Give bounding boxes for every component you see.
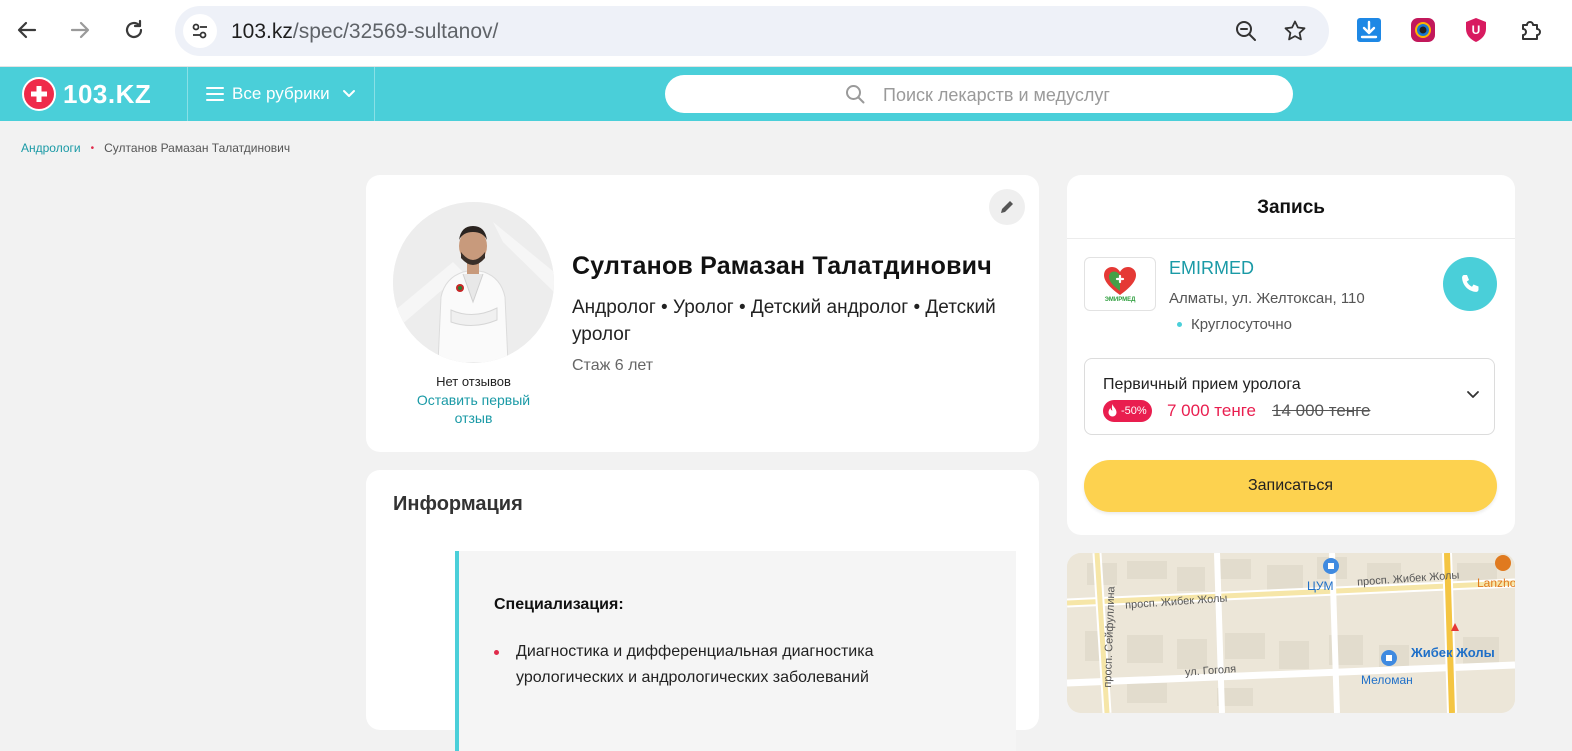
extensions-button[interactable]	[1518, 17, 1544, 43]
map-metro-label: Жибек Жолы	[1411, 645, 1495, 660]
discount-badge: -50%	[1103, 400, 1152, 422]
tune-icon	[192, 23, 207, 39]
doctor-specialties: Андролог • Уролог • Детский андролог • Д…	[572, 297, 996, 345]
price-old: 14 000 тенге	[1272, 401, 1371, 420]
rubrics-menu-button[interactable]: Все рубрики	[206, 67, 356, 121]
call-button[interactable]	[1443, 257, 1497, 311]
doctor-avatar	[393, 202, 554, 363]
clinic-logo-caption: ЭМИРМЕД	[1104, 296, 1136, 303]
svg-text:U: U	[1472, 23, 1481, 37]
forward-button[interactable]	[63, 13, 97, 47]
book-appointment-button[interactable]: Записаться	[1084, 460, 1497, 512]
rubrics-label: Все рубрики	[232, 84, 330, 103]
download-icon	[1357, 18, 1381, 42]
header-divider	[187, 67, 188, 121]
site-logo[interactable]: 103.KZ	[22, 76, 151, 112]
clinic-hours: Круглосуточно	[1177, 316, 1292, 333]
booking-card: Запись ЭМИРМЕД EMIRMED Алматы, ул. Желто…	[1067, 175, 1515, 535]
reload-button[interactable]	[117, 13, 151, 47]
search-box	[665, 75, 1293, 113]
camera-extension[interactable]	[1410, 17, 1436, 43]
discount-value: -50%	[1121, 405, 1147, 417]
pencil-icon	[1001, 201, 1013, 213]
price-new: 7 000 тенге	[1167, 401, 1256, 420]
logo-text: 103.KZ	[63, 78, 152, 109]
booking-title: Запись	[1257, 197, 1325, 218]
info-card: Информация Специализация: Диагностика и …	[366, 470, 1039, 751]
arrow-left-icon	[17, 21, 37, 39]
status-dot	[1177, 322, 1182, 327]
bookmark-button[interactable]	[1282, 18, 1308, 44]
download-extension[interactable]	[1356, 17, 1382, 43]
specialization-heading: Специализация:	[494, 596, 624, 613]
header-divider	[374, 67, 375, 121]
clinic-address: Алматы, ул. Желтоксан, 110	[1169, 290, 1365, 307]
leave-review-link[interactable]: Оставить первый отзыв	[406, 391, 541, 427]
search-input[interactable]	[881, 79, 1265, 111]
map-poi-label: ЦУМ	[1307, 579, 1334, 593]
breadcrumb-link-andrologists[interactable]: Андрологи	[21, 141, 81, 155]
info-title: Информация	[393, 493, 523, 515]
heart-logo-icon	[1104, 266, 1136, 295]
service-select[interactable]: Первичный прием уролога -50% 7 000 тенге…	[1084, 358, 1495, 435]
reviews-status: Нет отзывов	[436, 374, 511, 389]
address-bar[interactable]: 103.kz/spec/32569-sultanov/	[175, 6, 1329, 56]
map-poi-label: Меломан	[1361, 673, 1413, 687]
clinic-logo[interactable]: ЭМИРМЕД	[1084, 257, 1156, 311]
doctor-photo-icon	[393, 202, 554, 363]
search-icon	[846, 85, 865, 104]
phone-icon	[1462, 275, 1479, 292]
breadcrumb-separator: •	[90, 142, 95, 154]
service-name: Первичный прием уролога	[1103, 376, 1301, 393]
divider	[1067, 238, 1515, 239]
arrow-right-icon	[70, 21, 90, 39]
shield-icon: U	[1466, 18, 1486, 42]
shield-extension[interactable]: U	[1463, 17, 1489, 43]
chevron-down-icon	[1467, 391, 1479, 398]
fire-icon	[1108, 404, 1117, 417]
url-text: 103.kz/spec/32569-sultanov/	[231, 20, 499, 43]
browser-toolbar: 103.kz/spec/32569-sultanov/ U	[0, 0, 1572, 67]
specialization-block: Специализация: Диагностика и дифференциа…	[455, 551, 1016, 751]
zoom-button[interactable]	[1233, 18, 1259, 44]
doctor-name: Султанов Рамазан Талатдинович	[572, 252, 992, 280]
breadcrumb-current: Султанов Рамазан Талатдинович	[104, 141, 291, 155]
chevron-down-icon	[342, 90, 355, 97]
zoom-icon	[1236, 21, 1256, 41]
reload-icon	[125, 19, 143, 39]
puzzle-icon	[1522, 21, 1541, 40]
edit-button[interactable]	[989, 189, 1025, 225]
menu-icon	[206, 87, 224, 101]
star-icon	[1284, 20, 1306, 41]
specialization-list: Диагностика и дифференциальная диагности…	[494, 639, 964, 691]
camera-lens-icon	[1411, 18, 1435, 42]
site-info-button[interactable]	[183, 14, 217, 48]
clinic-map[interactable]: просп. Жибек Жолы просп. Жибек Жолы прос…	[1067, 553, 1515, 713]
breadcrumb: Андрологи • Султанов Рамазан Талатдинови…	[21, 141, 290, 155]
map-poi-label: Lanzho	[1477, 576, 1515, 590]
doctor-experience: Стаж 6 лет	[572, 357, 654, 374]
clinic-name-link[interactable]: EMIRMED	[1169, 258, 1254, 279]
back-button[interactable]	[10, 13, 44, 47]
medical-cross-icon	[22, 77, 56, 111]
doctor-profile-card: Нет отзывов Оставить первый отзыв Султан…	[366, 175, 1039, 452]
clinic-hours-text: Круглосуточно	[1191, 316, 1292, 333]
list-item: Диагностика и дифференциальная диагности…	[494, 639, 964, 691]
site-header: 103.KZ Все рубрики	[0, 67, 1572, 121]
